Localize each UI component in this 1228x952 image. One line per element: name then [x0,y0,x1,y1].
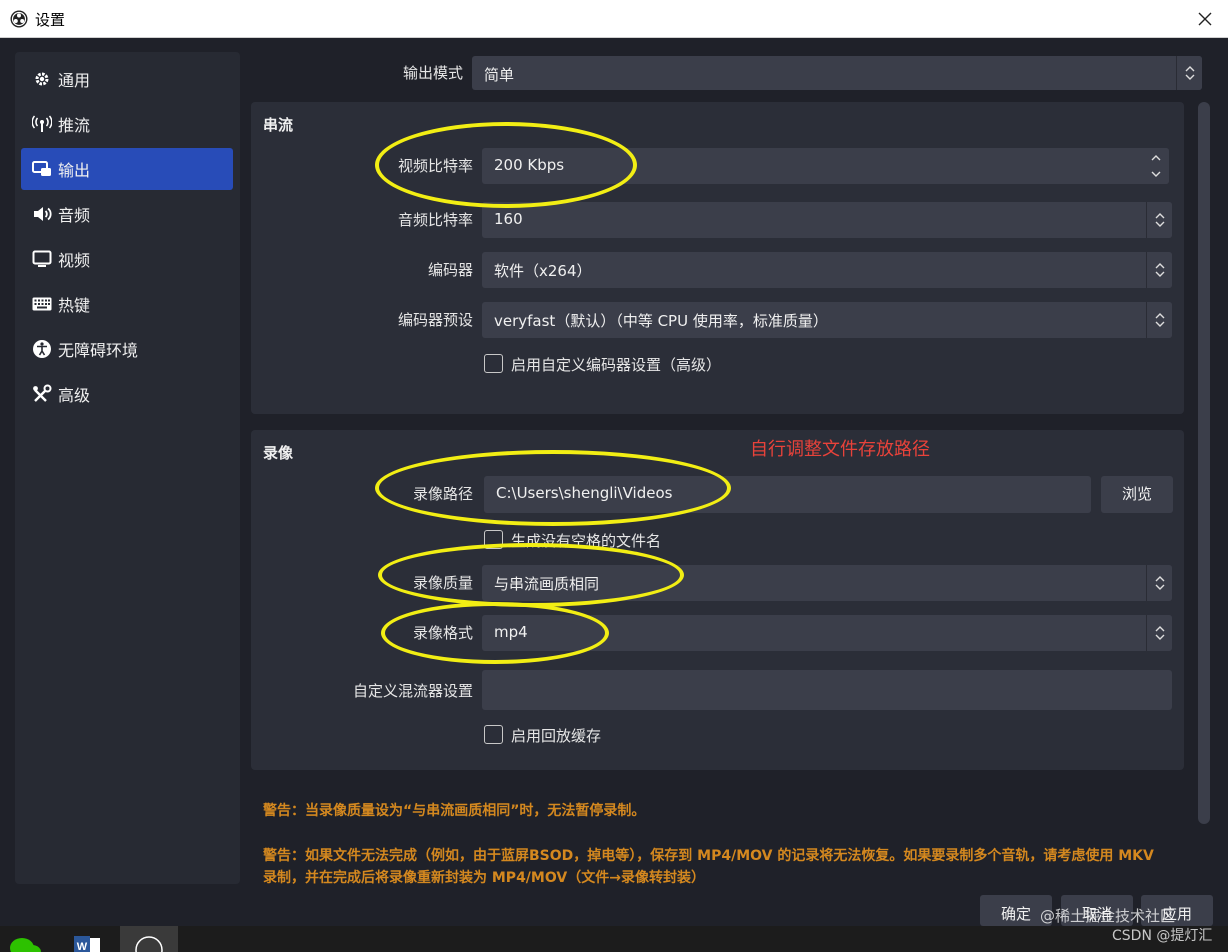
chevron-updown-icon [1146,302,1172,338]
close-icon[interactable] [1192,6,1218,32]
settings-sidebar: 通用 推流 输出 音频 视频 热键 无障碍环境 高级 [15,52,240,884]
chevron-updown-icon [1176,56,1202,90]
obs-logo-icon [135,936,163,952]
recording-group-title: 录像 [263,444,294,462]
chevron-updown-icon [1146,202,1172,238]
audio-bitrate-label: 音频比特率 [397,211,473,229]
sidebar-item-audio[interactable]: 音频 [21,193,233,235]
chevron-updown-icon [1146,615,1172,651]
taskbar: W [0,926,1228,952]
encoder-label: 编码器 [427,261,473,279]
encoder-preset-label: 编码器预设 [397,311,473,329]
sidebar-item-label: 热键 [58,296,91,315]
sidebar-item-accessibility[interactable]: 无障碍环境 [21,328,233,370]
sidebar-item-hotkeys[interactable]: 热键 [21,283,233,325]
spin-arrows-icon[interactable] [1143,148,1169,184]
gear-icon [31,68,53,90]
antenna-icon [31,113,53,135]
wechat-icon[interactable] [8,926,42,952]
custom-muxer-input[interactable] [482,670,1172,710]
audio-bitrate-select[interactable]: 160 [482,202,1172,238]
window-title: 设置 [35,11,66,29]
tools-icon [31,383,53,405]
streaming-group-title: 串流 [263,116,294,134]
custom-encoder-checkbox[interactable] [484,354,503,373]
title-bar: 设置 [0,0,1228,38]
settings-scrollbar[interactable] [1198,102,1210,824]
custom-encoder-checkbox-label: 启用自定义编码器设置（高级） [511,356,722,374]
sidebar-item-label: 无障碍环境 [58,341,139,360]
replay-buffer-checkbox[interactable] [484,725,503,744]
sidebar-item-label: 推流 [58,116,91,135]
output-mode-select[interactable]: 简单 [472,56,1202,90]
csdn-watermark: CSDN @提灯汇 [1112,928,1213,944]
obs-taskbar-button[interactable] [120,926,178,952]
sidebar-item-video[interactable]: 视频 [21,238,233,280]
sidebar-item-label: 视频 [58,251,91,270]
chevron-updown-icon [1146,565,1172,601]
encoder-preset-select[interactable]: veryfast（默认）（中等 CPU 使用率，标准质量） [482,302,1172,338]
pause-warning: 警告：当录像质量设为“与串流画质相同”时，无法暂停录制。 [263,803,646,819]
keyboard-icon [31,293,53,315]
svg-text:W: W [77,941,88,952]
sidebar-item-label: 高级 [58,386,91,405]
obs-logo-icon [10,10,28,28]
accessibility-icon [31,338,53,360]
output-mode-label: 输出模式 [402,64,463,82]
output-icon [31,158,53,180]
recovery-warning: 警告：如果文件无法完成（例如，由于蓝屏BSOD，掉电等），保存到 MP4/MOV… [263,848,1154,886]
highlight-ellipse-recording-format [381,602,609,664]
sidebar-item-advanced[interactable]: 高级 [21,373,233,415]
sidebar-item-output[interactable]: 输出 [21,148,233,190]
sidebar-item-label: 音频 [58,206,91,225]
sidebar-item-stream[interactable]: 推流 [21,103,233,145]
highlight-ellipse-recording-quality [378,543,684,607]
replay-buffer-label: 启用回放缓存 [511,727,602,745]
custom-muxer-label: 自定义混流器设置 [352,682,473,700]
chevron-updown-icon [1146,252,1172,288]
sidebar-item-label: 通用 [58,71,91,90]
word-icon[interactable]: W [70,926,104,952]
highlight-ellipse-recording-path [375,450,731,526]
speaker-icon [31,203,53,225]
browse-button[interactable]: 浏览 [1101,476,1173,513]
sidebar-item-label: 输出 [58,161,91,180]
encoder-select[interactable]: 软件（x264） [482,252,1172,288]
monitor-icon [31,248,53,270]
highlight-ellipse-video-bitrate [375,122,637,208]
path-annotation-note: 自行调整文件存放路径 [750,439,930,460]
sidebar-item-general[interactable]: 通用 [21,58,233,100]
juejin-watermark: @稀土掘金技术社区 [1040,907,1176,925]
